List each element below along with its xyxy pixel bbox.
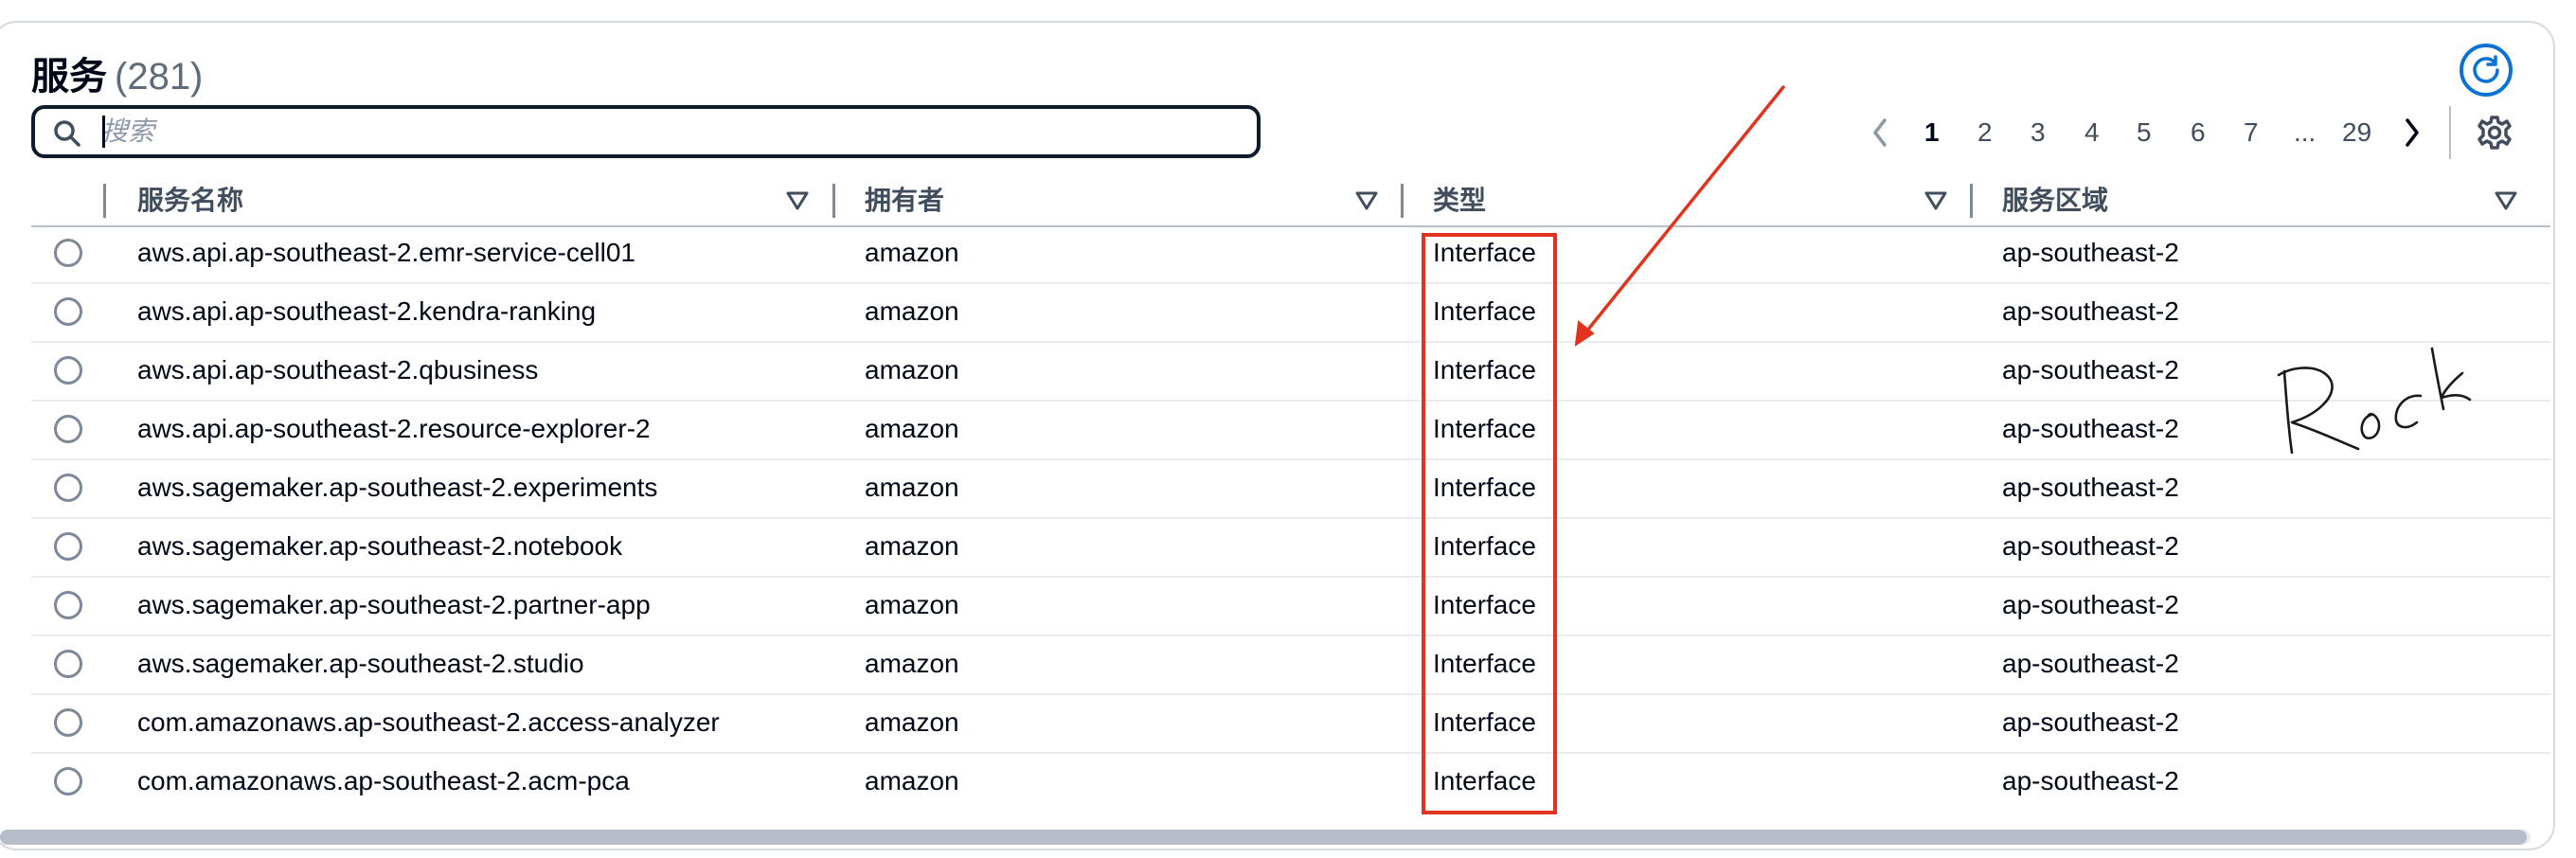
row-select-radio[interactable] <box>54 239 82 267</box>
sort-down-icon[interactable] <box>785 189 810 212</box>
page-6-button[interactable]: 6 <box>2191 112 2206 153</box>
region-cell: ap-southeast-2 <box>2002 649 2179 678</box>
owner-cell: amazon <box>865 414 959 443</box>
row-select-radio[interactable] <box>54 297 82 326</box>
previous-page-button[interactable] <box>1864 112 1896 153</box>
pagination-ellipsis: ... <box>2294 117 2317 147</box>
owner-cell: amazon <box>865 296 959 326</box>
owner-cell: amazon <box>865 590 959 619</box>
table-row[interactable]: aws.api.ap-southeast-2.resource-explorer… <box>31 400 2550 460</box>
service-name-cell: aws.sagemaker.ap-southeast-2.experiments <box>137 473 658 502</box>
refresh-button[interactable] <box>2460 44 2513 97</box>
region-cell: ap-southeast-2 <box>2002 238 2179 267</box>
table-row[interactable]: aws.sagemaker.ap-southeast-2.notebook am… <box>31 517 2550 578</box>
service-name-cell: aws.sagemaker.ap-southeast-2.studio <box>137 649 584 678</box>
row-select-radio[interactable] <box>54 591 82 619</box>
table-row[interactable]: aws.api.ap-southeast-2.kendra-ranking am… <box>31 282 2550 343</box>
row-select-radio[interactable] <box>54 415 82 443</box>
service-count: (281) <box>115 56 204 98</box>
row-select-radio[interactable] <box>54 474 82 502</box>
row-select-radio[interactable] <box>54 708 82 737</box>
service-name-cell: aws.sagemaker.ap-southeast-2.notebook <box>137 531 623 561</box>
toolbar-divider <box>2449 106 2451 159</box>
column-resizer[interactable] <box>832 184 835 218</box>
title-text: 服务 <box>31 56 107 98</box>
table-header: 服务名称 拥有者 类型 服务区域 <box>31 176 2550 227</box>
table-row[interactable]: aws.sagemaker.ap-southeast-2.studio amaz… <box>31 635 2550 695</box>
column-resizer[interactable] <box>1970 184 1973 218</box>
owner-cell: amazon <box>865 649 959 678</box>
column-header-type[interactable]: 类型 <box>1433 176 1486 225</box>
annotation-highlight-box <box>1422 233 1557 814</box>
table-row[interactable]: aws.sagemaker.ap-southeast-2.experiments… <box>31 458 2550 519</box>
sort-down-icon[interactable] <box>1354 189 1379 212</box>
service-name-cell: aws.api.ap-southeast-2.kendra-ranking <box>137 296 597 326</box>
column-resizer[interactable] <box>1401 184 1404 218</box>
table-row[interactable]: aws.api.ap-southeast-2.emr-service-cell0… <box>31 223 2550 284</box>
table-row[interactable]: com.amazonaws.ap-southeast-2.acm-pca ama… <box>31 752 2550 811</box>
preferences-button[interactable] <box>2474 112 2515 153</box>
page-29-button[interactable]: 29 <box>2342 112 2371 153</box>
table-row[interactable]: aws.api.ap-southeast-2.qbusiness amazon … <box>31 341 2550 402</box>
row-select-radio[interactable] <box>54 532 82 561</box>
service-name-cell: aws.api.ap-southeast-2.resource-explorer… <box>137 414 651 443</box>
service-name-cell: aws.api.ap-southeast-2.emr-service-cell0… <box>137 238 635 267</box>
row-select-radio[interactable] <box>54 356 82 384</box>
owner-cell: amazon <box>865 355 959 384</box>
page-7-button[interactable]: 7 <box>2244 112 2259 153</box>
region-cell: ap-southeast-2 <box>2002 766 2179 795</box>
service-name-cell: aws.sagemaker.ap-southeast-2.partner-app <box>137 590 651 619</box>
page-5-button[interactable]: 5 <box>2137 112 2152 153</box>
page-1-button[interactable]: 1 <box>1924 112 1940 153</box>
region-cell: ap-southeast-2 <box>2002 414 2179 443</box>
region-cell: ap-southeast-2 <box>2002 355 2179 384</box>
page-4-button[interactable]: 4 <box>2084 112 2100 153</box>
owner-cell: amazon <box>865 238 959 267</box>
sort-down-icon[interactable] <box>2494 189 2518 212</box>
search-icon <box>54 120 80 147</box>
column-resizer[interactable] <box>103 184 106 218</box>
search-input[interactable] <box>101 115 1219 149</box>
table-row[interactable]: aws.sagemaker.ap-southeast-2.partner-app… <box>31 576 2550 636</box>
owner-cell: amazon <box>865 473 959 502</box>
owner-cell: amazon <box>865 531 959 561</box>
owner-cell: amazon <box>865 707 959 737</box>
service-name-cell: com.amazonaws.ap-southeast-2.access-anal… <box>137 707 720 737</box>
text-caret <box>102 116 105 148</box>
owner-cell: amazon <box>865 766 959 795</box>
gear-icon <box>2478 116 2512 150</box>
column-header-owner[interactable]: 拥有者 <box>865 176 944 225</box>
page-3-button[interactable]: 3 <box>2030 112 2046 153</box>
region-cell: ap-southeast-2 <box>2002 296 2179 326</box>
service-name-cell: com.amazonaws.ap-southeast-2.acm-pca <box>137 766 630 795</box>
row-select-radio[interactable] <box>54 650 82 678</box>
column-header-region[interactable]: 服务区域 <box>2002 176 2108 225</box>
region-cell: ap-southeast-2 <box>2002 707 2179 737</box>
region-cell: ap-southeast-2 <box>2002 473 2179 502</box>
region-cell: ap-southeast-2 <box>2002 531 2179 561</box>
page-title: 服务 (281) <box>31 45 203 100</box>
row-select-radio[interactable] <box>54 767 82 795</box>
region-cell: ap-southeast-2 <box>2002 590 2179 619</box>
next-page-button[interactable] <box>2396 112 2428 153</box>
refresh-icon <box>2473 55 2499 83</box>
service-name-cell: aws.api.ap-southeast-2.qbusiness <box>137 355 539 384</box>
column-header-service-name[interactable]: 服务名称 <box>137 176 243 225</box>
horizontal-scrollbar-thumb[interactable] <box>0 830 2527 845</box>
sort-down-icon[interactable] <box>1923 189 1948 212</box>
search-box[interactable] <box>31 105 1261 158</box>
table-row[interactable]: com.amazonaws.ap-southeast-2.access-anal… <box>31 693 2550 754</box>
page-2-button[interactable]: 2 <box>1977 112 1993 153</box>
